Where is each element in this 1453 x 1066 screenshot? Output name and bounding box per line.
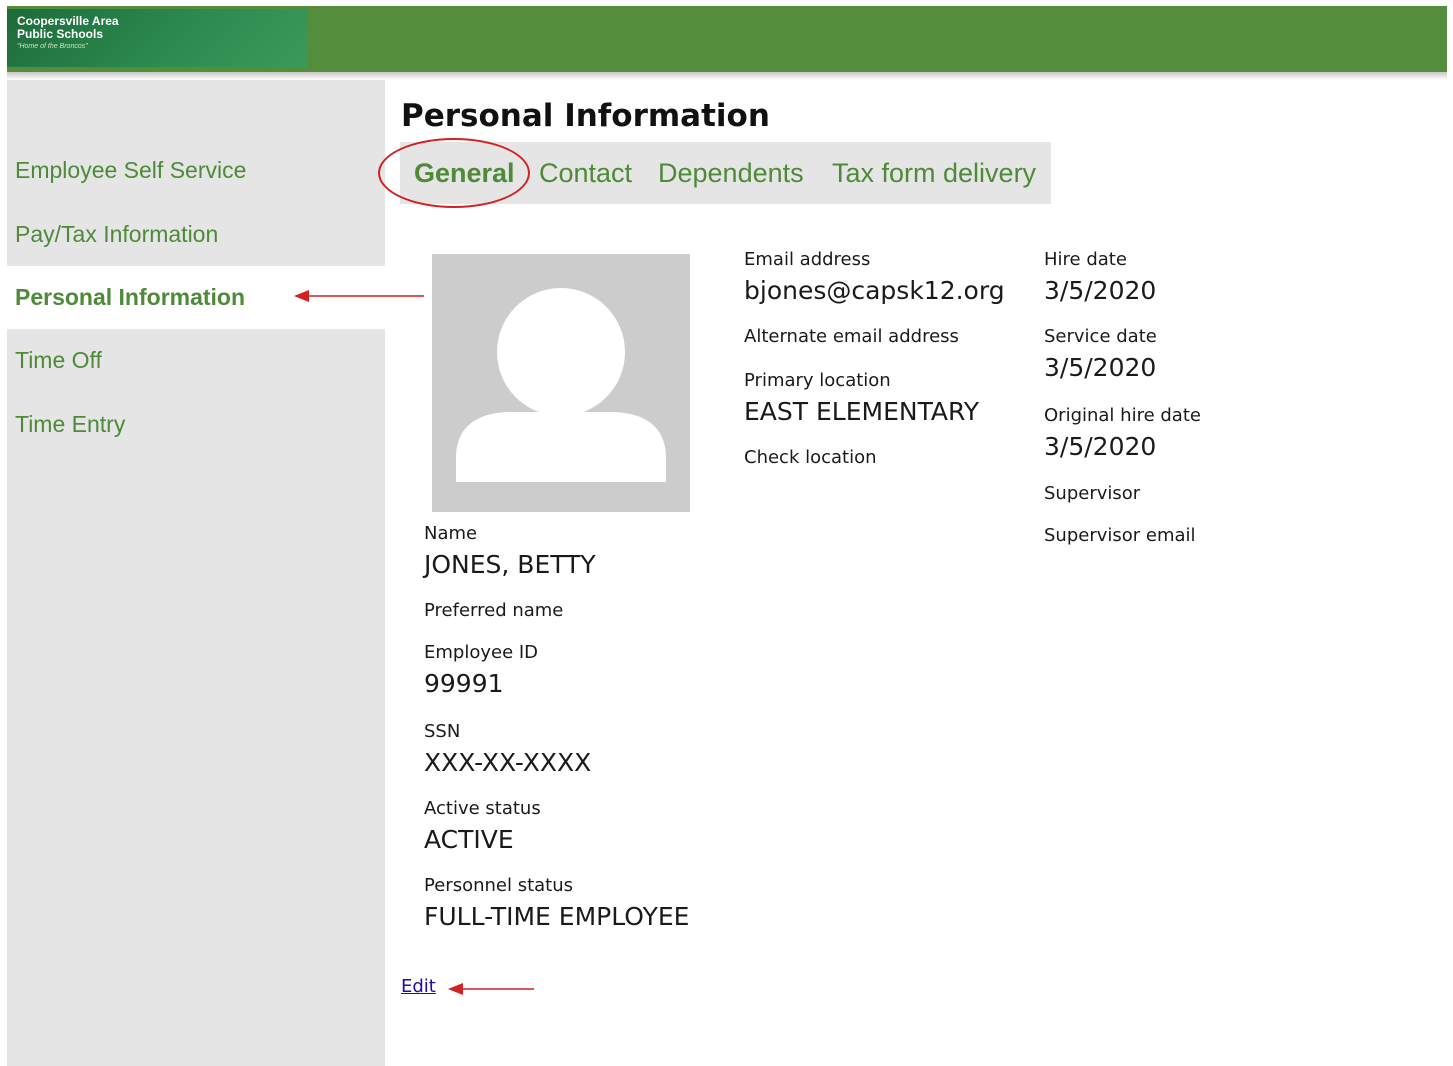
alt-email-label: Alternate email address — [744, 326, 959, 347]
header-shadow — [7, 72, 1447, 80]
personnel-status-value: FULL-TIME EMPLOYEE — [424, 902, 690, 931]
original-hire-date-value: 3/5/2020 — [1044, 432, 1157, 461]
school-logo[interactable]: Coopersville Area Public Schools "Home o… — [7, 9, 307, 67]
sidebar-item-employee-self-service[interactable]: Employee Self Service — [7, 139, 385, 202]
logo-tagline: "Home of the Broncos" — [17, 43, 88, 50]
page-title: Personal Information — [401, 98, 770, 134]
employee-id-value: 99991 — [424, 669, 504, 698]
supervisor-email-label: Supervisor email — [1044, 525, 1196, 546]
active-status-label: Active status — [424, 798, 541, 819]
service-date-label: Service date — [1044, 326, 1157, 347]
logo-line-2: Public Schools — [17, 27, 104, 41]
active-status-value: ACTIVE — [424, 825, 514, 854]
email-label: Email address — [744, 249, 871, 270]
check-location-label: Check location — [744, 447, 877, 468]
sidebar-item-time-entry[interactable]: Time Entry — [7, 393, 385, 456]
preferred-name-label: Preferred name — [424, 600, 564, 621]
primary-location-label: Primary location — [744, 370, 891, 391]
sidebar-item-time-off[interactable]: Time Off — [7, 329, 385, 392]
employee-id-label: Employee ID — [424, 642, 539, 663]
email-value: bjones@capsk12.org — [744, 276, 1005, 305]
hire-date-label: Hire date — [1044, 249, 1127, 270]
supervisor-label: Supervisor — [1044, 483, 1141, 504]
user-placeholder-icon — [432, 254, 690, 512]
service-date-value: 3/5/2020 — [1044, 353, 1157, 382]
ssn-value: XXX-XX-XXXX — [424, 748, 592, 777]
name-label: Name — [424, 523, 478, 544]
personnel-status-label: Personnel status — [424, 875, 574, 896]
sidebar-item-pay-tax-information[interactable]: Pay/Tax Information — [7, 203, 385, 266]
sidebar: Employee Self Service Pay/Tax Informatio… — [7, 80, 427, 1066]
red-arrow-icon — [448, 983, 534, 995]
tab-tax-form-delivery[interactable]: Tax form delivery — [832, 142, 1036, 204]
tab-general[interactable]: General — [414, 142, 515, 204]
tab-bar: General Contact Dependents Tax form deli… — [400, 142, 1051, 204]
primary-location-value: EAST ELEMENTARY — [744, 397, 980, 426]
original-hire-date-label: Original hire date — [1044, 405, 1201, 426]
tab-dependents[interactable]: Dependents — [658, 142, 804, 204]
hire-date-value: 3/5/2020 — [1044, 276, 1157, 305]
tab-contact[interactable]: Contact — [539, 142, 632, 204]
edit-link[interactable]: Edit — [401, 976, 436, 997]
name-value: JONES, BETTY — [424, 550, 596, 579]
ssn-label: SSN — [424, 721, 461, 742]
red-arrow-icon — [294, 290, 424, 302]
